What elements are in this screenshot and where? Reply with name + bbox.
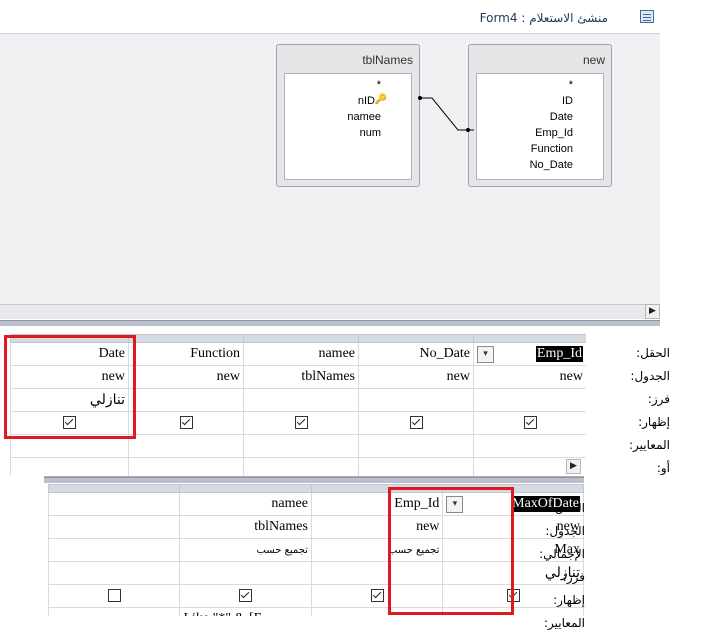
grid-cell-sort[interactable] <box>47 561 181 585</box>
grid-cell-sort[interactable] <box>473 388 586 412</box>
show-checkbox[interactable] <box>370 589 384 603</box>
row-label-table: الجدول: <box>630 369 670 383</box>
grid-cell-sort[interactable] <box>243 388 359 412</box>
grid-cell-table[interactable]: new <box>358 365 474 389</box>
highlight-box <box>4 335 136 439</box>
grid-cell-field[interactable]: namee <box>179 492 312 516</box>
row-label-table: الجدول: <box>545 524 585 538</box>
selected-field-text[interactable]: Emp_Id <box>535 345 583 362</box>
grid-cell-sort[interactable] <box>358 388 474 412</box>
field-list[interactable]: * nID 🔑 namee num <box>284 73 412 180</box>
grid-cell-field-selected[interactable]: ▾ Emp_Id <box>473 342 586 366</box>
table-box-tblnames[interactable]: tblNames * nID 🔑 namee num <box>276 44 420 187</box>
column-selector[interactable] <box>473 334 586 343</box>
field-star[interactable]: * <box>569 79 573 91</box>
grid-cell-total[interactable]: تجميع حسب <box>179 538 312 562</box>
grid-cell-or[interactable] <box>10 457 129 476</box>
field-star[interactable]: * <box>377 79 381 91</box>
grid-cell-criteria[interactable] <box>128 434 244 458</box>
grid-cell-table[interactable]: tblNames <box>243 365 359 389</box>
grid-cell-criteria[interactable] <box>473 434 586 458</box>
grid-cell-or[interactable] <box>358 457 474 476</box>
show-checkbox[interactable] <box>294 416 308 430</box>
grid-cell-sort[interactable] <box>179 561 312 585</box>
field-date[interactable]: Date <box>550 111 573 123</box>
row-label-show: إظهار: <box>638 415 670 429</box>
row-label-field: الحقل: <box>551 501 585 515</box>
column-selector[interactable] <box>243 334 359 343</box>
field-function[interactable]: Function <box>531 143 573 155</box>
field-nid[interactable]: nID <box>358 95 375 107</box>
table-diagram-pane[interactable]: tblNames * nID 🔑 namee num new * ID Date… <box>0 34 660 304</box>
grid-cell-table[interactable] <box>47 515 181 539</box>
table-title: tblNames <box>362 53 413 67</box>
row-label-sort: فرز: <box>562 570 585 584</box>
highlight-box <box>388 487 514 615</box>
grid-cell-field[interactable]: namee <box>243 342 359 366</box>
grid-cell-criteria[interactable]: Like "*" & [F <box>179 607 312 616</box>
grid-cell-table[interactable]: new <box>473 365 586 389</box>
grid-cell-field[interactable]: Function <box>128 342 244 366</box>
grid-cell-field[interactable] <box>47 492 181 516</box>
or-row <box>10 457 586 476</box>
column-selector[interactable] <box>128 334 244 343</box>
column-selector[interactable] <box>179 484 312 493</box>
grid-cell-criteria[interactable] <box>358 434 474 458</box>
horizontal-scrollbar[interactable] <box>0 304 645 319</box>
show-checkbox[interactable] <box>409 416 423 430</box>
pane-splitter <box>44 477 584 483</box>
show-checkbox[interactable] <box>239 589 253 603</box>
show-checkbox[interactable] <box>523 416 537 430</box>
column-selector[interactable] <box>47 484 181 493</box>
show-checkbox[interactable] <box>107 589 121 603</box>
field-namee[interactable]: namee <box>347 111 381 123</box>
grid-cell-criteria[interactable] <box>47 607 181 616</box>
scroll-right-arrow-icon[interactable]: ▶ <box>566 459 581 474</box>
field-list[interactable]: * ID Date Emp_Id Function No_Date <box>476 73 604 180</box>
grid-cell-table[interactable]: tblNames <box>179 515 312 539</box>
grid-cell-field[interactable]: No_Date <box>358 342 474 366</box>
scroll-right-arrow-icon[interactable]: ▶ <box>645 304 660 319</box>
window-title-bar: منشئ الاستعلام : Form4 <box>0 0 660 34</box>
primary-key-icon: 🔑 <box>374 94 387 105</box>
row-label-sort: فرز: <box>647 392 670 406</box>
grid-cell-total[interactable] <box>47 538 181 562</box>
form-icon <box>640 10 654 23</box>
field-emp-id[interactable]: Emp_Id <box>535 127 573 139</box>
field-num[interactable]: num <box>360 127 381 139</box>
grid-cell-sort[interactable] <box>128 388 244 412</box>
row-label-or: أو: <box>656 461 670 475</box>
row-label-criteria: المعايير: <box>629 438 670 452</box>
show-checkbox[interactable] <box>179 416 193 430</box>
table-title: new <box>582 53 605 67</box>
pane-splitter[interactable] <box>0 320 660 326</box>
row-label-total: الإجمالي: <box>539 547 585 561</box>
table-box-new[interactable]: new * ID Date Emp_Id Function No_Date <box>468 44 612 187</box>
row-label-criteria: المعايير: <box>544 616 585 630</box>
row-label-field: الحقل: <box>636 346 670 360</box>
grid-cell-criteria[interactable] <box>243 434 359 458</box>
field-no-date[interactable]: No_Date <box>530 159 573 171</box>
row-label-show: إظهار: <box>553 593 585 607</box>
dropdown-arrow-icon[interactable]: ▾ <box>477 345 494 363</box>
grid-cell-or[interactable] <box>243 457 359 476</box>
row-labels-grid-2: الحقل: الجدول: الإجمالي: فرز: إظهار: الم… <box>515 497 585 635</box>
join-line[interactable] <box>412 89 476 139</box>
window-title: منشئ الاستعلام : Form4 <box>479 11 608 25</box>
grid-cell-or[interactable] <box>128 457 244 476</box>
field-id[interactable]: ID <box>562 95 573 107</box>
column-selector[interactable] <box>358 334 474 343</box>
row-labels-grid-1: الحقل: الجدول: فرز: إظهار: المعايير: أو: <box>590 342 670 480</box>
grid-cell-table[interactable]: new <box>128 365 244 389</box>
